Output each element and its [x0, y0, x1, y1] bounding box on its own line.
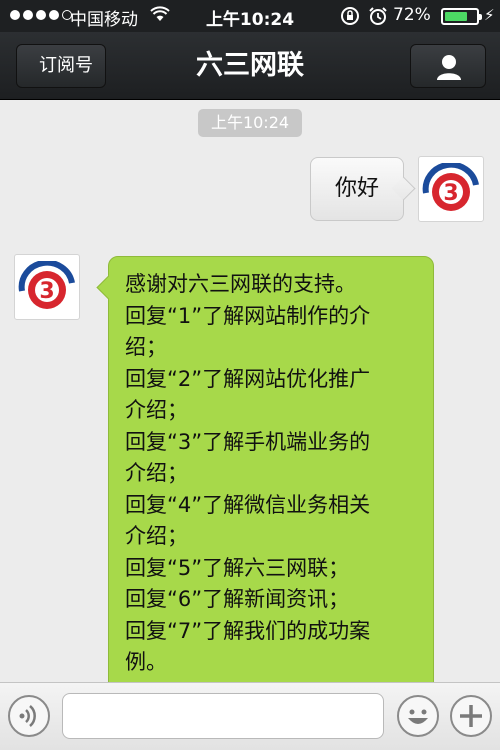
nav-bar: 订阅号 六三网联 [0, 32, 500, 100]
incoming-message[interactable]: 感谢对六三网联的支持。 回复“1”了解网站制作的介 绍； 回复“2”了解网站优化… [108, 256, 434, 682]
my-avatar[interactable]: 3 [418, 156, 484, 222]
battery-percent: 72% [393, 5, 431, 25]
outgoing-message[interactable]: 你好 [310, 157, 404, 221]
message-timestamp: 上午10:24 [198, 109, 302, 137]
message-line: 回复“7”了解我们的成功案 [125, 618, 371, 643]
message-line: 回复“5”了解六三网联； [125, 555, 350, 580]
input-bar [0, 682, 500, 750]
chat-area[interactable]: 上午10:24 你好 3 3 感谢对六三网联的支持。 回复“1”了解网站制作的介… [0, 101, 500, 682]
account-avatar[interactable]: 3 [14, 254, 80, 320]
plus-button[interactable] [450, 695, 492, 737]
plus-icon [460, 705, 482, 727]
message-line: 回复“4”了解微信业务相关 [125, 492, 371, 517]
liusan-logo-icon: 3 [18, 261, 75, 309]
back-button[interactable]: 订阅号 [16, 44, 106, 88]
message-line: 回复“2”了解网站优化推广 [125, 366, 371, 391]
status-bar: 中国移动 上午10:24 72% ⚡ [0, 0, 500, 32]
svg-text:3: 3 [39, 279, 54, 304]
message-line: 例。 [125, 650, 167, 674]
emoji-icon [408, 709, 428, 724]
alarm-icon [368, 6, 388, 31]
charging-bolt-icon: ⚡ [484, 6, 495, 24]
message-line: 回复“3”了解手机端业务的 [125, 429, 371, 454]
voice-icon [19, 705, 36, 727]
battery-icon [441, 8, 482, 25]
message-line: 介绍； [125, 524, 188, 548]
message-input[interactable] [62, 693, 384, 739]
message-line: 介绍； [125, 461, 188, 485]
message-line: 介绍； [125, 398, 188, 422]
emoji-button[interactable] [397, 695, 439, 737]
person-icon [437, 55, 461, 80]
back-button-label: 订阅号 [39, 55, 93, 76]
message-line: 感谢对六三网联的支持。 [125, 272, 356, 296]
svg-text:3: 3 [443, 181, 458, 206]
rotation-lock-icon [340, 6, 360, 31]
voice-button[interactable] [8, 695, 50, 737]
liusan-logo-icon: 3 [422, 163, 479, 211]
message-line: 回复“1”了解网站制作的介 [125, 303, 371, 328]
profile-button[interactable] [410, 44, 486, 88]
message-line: 绍； [125, 335, 167, 359]
message-line: 回复“6”了解新闻资讯； [125, 587, 350, 611]
